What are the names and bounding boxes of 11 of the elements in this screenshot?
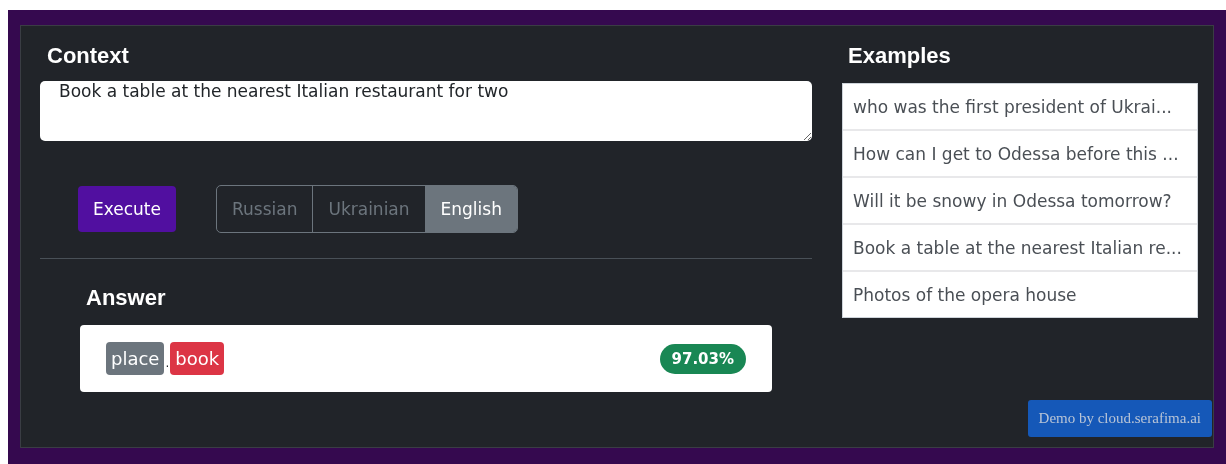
language-toggle[interactable]: English xyxy=(425,186,517,232)
execute-button[interactable]: Execute xyxy=(78,186,176,232)
confidence-badge: 97.03% xyxy=(659,343,746,374)
credit-badge[interactable]: Demo by cloud.serafima.ai xyxy=(1027,400,1212,437)
section-title: Answer xyxy=(86,285,167,311)
tag: book xyxy=(170,342,225,375)
context-field[interactable]: Book a table at the nearest Italian restaurant for two xyxy=(40,81,812,141)
separator-dot: . xyxy=(165,355,170,370)
section-title: Context xyxy=(47,43,130,69)
tag: place xyxy=(106,342,165,375)
section-title: Examples xyxy=(848,43,952,69)
